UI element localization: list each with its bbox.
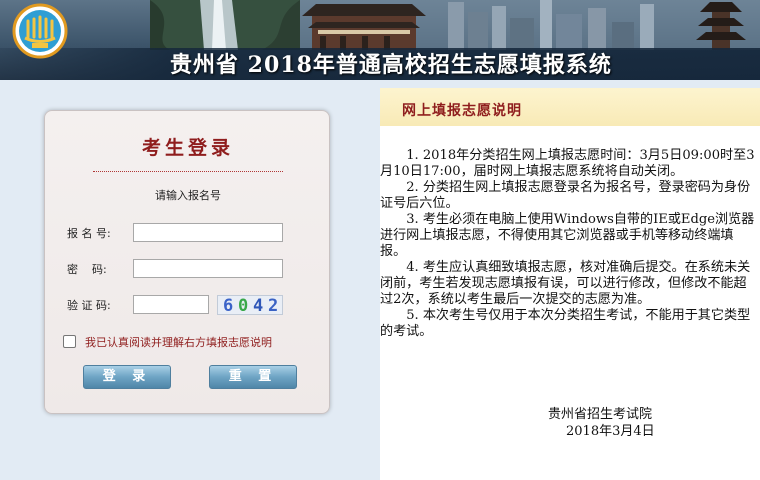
agree-checkbox[interactable] [63,335,76,348]
captcha-input[interactable] [133,295,209,314]
instructions-title: 网上填报志愿说明 [402,103,522,119]
instruction-item: 4. 考生应认真细致填报志愿，核对准确后提交。在系统未关闭前，考生若发现志愿填报… [380,260,751,307]
password-label: 密 码: [67,263,107,276]
password-input[interactable] [133,259,283,278]
login-button[interactable]: 登 录 [83,365,171,389]
instructions-signature: 贵州省招生考试院 2018年3月4日 [380,406,760,440]
issuer-name: 贵州省招生考试院 [548,407,653,422]
captcha-char: 4 [253,296,264,316]
instructions-panel: 网上填报志愿说明 1. 2018年分类招生网上填报志愿时间：3月5日09:00时… [380,88,760,480]
captcha-char: 6 [223,296,234,316]
instruction-item: 2. 分类招生网上填报志愿登录名为报名号，登录密码为身份证号后六位。 [380,180,751,211]
login-title: 考生登录 [141,137,234,159]
instruction-item: 5. 本次考生号仅用于本次分类招生考试，不能用于其它类型的考试。 [380,308,751,339]
captcha-char: 2 [268,296,279,316]
captcha-char: 0 [238,296,249,316]
reset-button[interactable]: 重 置 [209,365,297,389]
agree-label: 我已认真阅读并理解右方填报志愿说明 [85,336,272,349]
instructions-header: 网上填报志愿说明 [380,88,760,126]
title-divider [93,171,283,172]
login-panel: 考生登录 请输入报名号 报 名 号: 密 码: 验 证 码: 6 0 4 2 我… [44,110,330,414]
captcha-image[interactable]: 6 0 4 2 [217,295,283,316]
instruction-item: 3. 考生必须在电脑上使用Windows自带的IE或Edge浏览器进行网上填报志… [380,212,755,259]
login-hint: 请输入报名号 [155,189,221,202]
system-title: 贵州省 2018年普通高校招生志愿填报系统 [170,52,612,78]
exam-number-label: 报 名 号: [67,227,111,240]
header-banner: 贵州省 2018年普通高校招生志愿填报系统 [0,0,760,80]
exam-number-input[interactable] [133,223,283,242]
captcha-label: 验 证 码: [67,299,111,312]
guizhou-exam-logo-icon [12,3,68,59]
instruction-item: 1. 2018年分类招生网上填报志愿时间：3月5日09:00时至3月10日17:… [380,148,755,179]
issue-date: 2018年3月4日 [566,424,655,439]
instructions-body: 1. 2018年分类招生网上填报志愿时间：3月5日09:00时至3月10日17:… [380,148,756,340]
